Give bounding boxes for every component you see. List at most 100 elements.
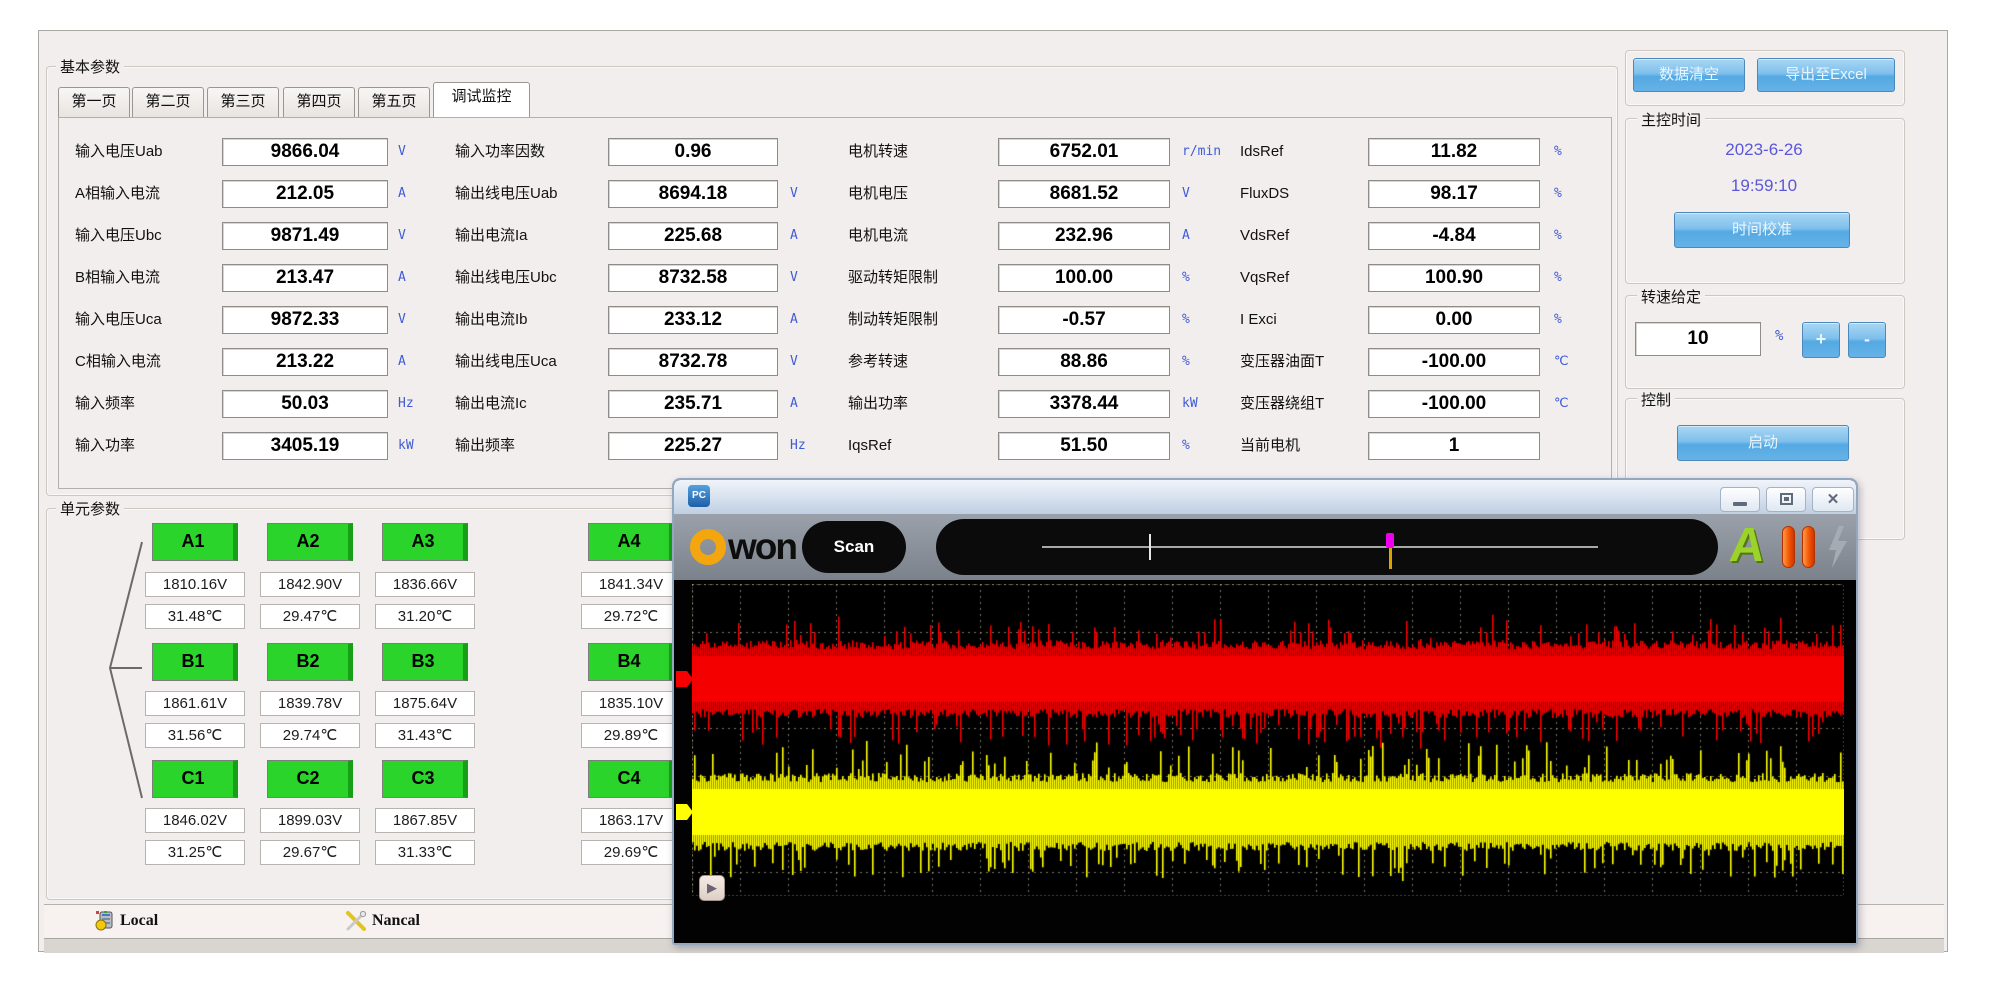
unit-temp-box: 31.48℃ — [145, 604, 245, 629]
param-unit-label: % — [1182, 348, 1190, 376]
clear-data-button[interactable]: 数据清空 — [1633, 58, 1745, 92]
scope-window: PC ✕ won Scan A ▶ — [672, 478, 1858, 945]
unit-cell-header[interactable]: B2 — [267, 643, 353, 681]
param-value-box[interactable]: 98.17 — [1368, 180, 1540, 208]
param-unit-label: V — [1182, 180, 1190, 208]
unit-cell-header[interactable]: C2 — [267, 760, 353, 798]
param-value-box[interactable]: 0.00 — [1368, 306, 1540, 334]
pause-icon[interactable] — [1802, 526, 1815, 568]
master-date: 2023-6-26 — [1625, 140, 1903, 160]
unit-cell-header[interactable]: B4 — [588, 643, 674, 681]
param-value-box[interactable]: 9866.04 — [222, 138, 388, 166]
close-button[interactable]: ✕ — [1812, 487, 1854, 512]
param-value-box[interactable]: -100.00 — [1368, 348, 1540, 376]
param-value-box[interactable]: 8681.52 — [998, 180, 1170, 208]
unit-cell-header[interactable]: C1 — [152, 760, 238, 798]
param-value-box[interactable]: 213.22 — [222, 348, 388, 376]
param-value-box[interactable]: 235.71 — [608, 390, 778, 418]
param-value-box[interactable]: 212.05 — [222, 180, 388, 208]
param-value-box[interactable]: 225.68 — [608, 222, 778, 250]
restore-button[interactable] — [1766, 487, 1806, 512]
auto-mode-icon[interactable]: A — [1727, 516, 1768, 576]
tab-debug-monitor[interactable]: 调试监控 — [433, 82, 530, 117]
param-label: I Exci — [1240, 306, 1277, 334]
param-value-box[interactable]: 225.27 — [608, 432, 778, 460]
param-label: 输出电流Ia — [455, 222, 528, 250]
unit-cell-header[interactable]: A4 — [588, 523, 674, 561]
param-unit-label: A — [790, 390, 798, 418]
param-value-box[interactable]: 3405.19 — [222, 432, 388, 460]
export-excel-button[interactable]: 导出至Excel — [1757, 58, 1895, 92]
param-value-box[interactable]: 50.03 — [222, 390, 388, 418]
unit-cell-header[interactable]: A3 — [382, 523, 468, 561]
tab-page-5[interactable]: 第五页 — [358, 87, 430, 117]
param-value-box[interactable]: 9871.49 — [222, 222, 388, 250]
channel2-marker[interactable] — [676, 804, 693, 820]
pc-app-icon: PC — [688, 485, 710, 507]
param-unit-label: % — [1182, 306, 1190, 334]
unit-cell-header[interactable]: A1 — [152, 523, 238, 561]
param-unit-label: V — [790, 180, 798, 208]
param-value-box[interactable]: 6752.01 — [998, 138, 1170, 166]
param-value-box[interactable]: 88.86 — [998, 348, 1170, 376]
channel1-marker[interactable] — [676, 671, 693, 687]
param-value-box[interactable]: 100.90 — [1368, 264, 1540, 292]
param-value-box[interactable]: 100.00 — [998, 264, 1170, 292]
param-value-box[interactable]: 233.12 — [608, 306, 778, 334]
unit-cell-header[interactable]: B1 — [152, 643, 238, 681]
scope-canvas[interactable] — [692, 584, 1844, 896]
param-label: 输入电压Uab — [75, 138, 163, 166]
trigger-marker-stem — [1389, 547, 1392, 569]
param-value-box[interactable]: 0.96 — [608, 138, 778, 166]
tab-page-1[interactable]: 第一页 — [58, 87, 130, 117]
param-value-box[interactable]: 51.50 — [998, 432, 1170, 460]
param-unit-label: A — [398, 264, 406, 292]
param-value-box[interactable]: -0.57 — [998, 306, 1170, 334]
tab-page-2[interactable]: 第二页 — [132, 87, 204, 117]
param-value-box[interactable]: -4.84 — [1368, 222, 1540, 250]
tab-page-4[interactable]: 第四页 — [283, 87, 355, 117]
tab-page-3[interactable]: 第三页 — [207, 87, 279, 117]
local-status-label: Local — [120, 912, 158, 930]
unit-cell-header[interactable]: C4 — [588, 760, 674, 798]
unit-temp-box: 29.47℃ — [260, 604, 360, 629]
trigger-flash-icon[interactable] — [1826, 526, 1850, 570]
param-value-box[interactable]: -100.00 — [1368, 390, 1540, 418]
unit-cell-header[interactable]: C3 — [382, 760, 468, 798]
param-label: 电机转速 — [848, 138, 908, 166]
speed-input[interactable]: 10 — [1635, 322, 1761, 356]
param-value-box[interactable]: 8694.18 — [608, 180, 778, 208]
param-value-box[interactable]: 1 — [1368, 432, 1540, 460]
param-value-box[interactable]: 9872.33 — [222, 306, 388, 334]
play-button[interactable]: ▶ — [699, 875, 725, 901]
speed-plus-button[interactable]: + — [1802, 322, 1840, 358]
unit-voltage-box: 1875.64V — [375, 691, 475, 716]
unit-temp-box: 31.56℃ — [145, 723, 245, 748]
unit-cell-header[interactable]: A2 — [267, 523, 353, 561]
param-unit-label: V — [398, 222, 406, 250]
unit-cell-header[interactable]: B3 — [382, 643, 468, 681]
param-unit-label: % — [1554, 264, 1562, 292]
param-unit-label: % — [1554, 222, 1562, 250]
speed-minus-button[interactable]: - — [1848, 322, 1886, 358]
unit-temp-box: 29.69℃ — [581, 840, 681, 865]
unit-voltage-box: 1899.03V — [260, 808, 360, 833]
param-value-box[interactable]: 11.82 — [1368, 138, 1540, 166]
unit-voltage-box: 1810.16V — [145, 572, 245, 597]
time-calibrate-button[interactable]: 时间校准 — [1674, 212, 1850, 248]
param-value-box[interactable]: 8732.78 — [608, 348, 778, 376]
param-value-box[interactable]: 232.96 — [998, 222, 1170, 250]
scope-titlebar[interactable]: PC ✕ — [674, 480, 1856, 514]
scope-toolbar: won Scan A — [674, 514, 1856, 580]
param-value-box[interactable]: 8732.58 — [608, 264, 778, 292]
pause-icon[interactable] — [1782, 526, 1795, 568]
param-unit-label: A — [790, 222, 798, 250]
trigger-marker-icon[interactable] — [1386, 533, 1394, 548]
scan-mode-button[interactable]: Scan — [802, 521, 906, 573]
minimize-button[interactable] — [1720, 487, 1760, 512]
param-value-box[interactable]: 213.47 — [222, 264, 388, 292]
param-value-box[interactable]: 3378.44 — [998, 390, 1170, 418]
param-label: 制动转矩限制 — [848, 306, 938, 334]
trigger-position-bar[interactable] — [936, 519, 1718, 575]
start-button[interactable]: 启动 — [1677, 425, 1849, 461]
